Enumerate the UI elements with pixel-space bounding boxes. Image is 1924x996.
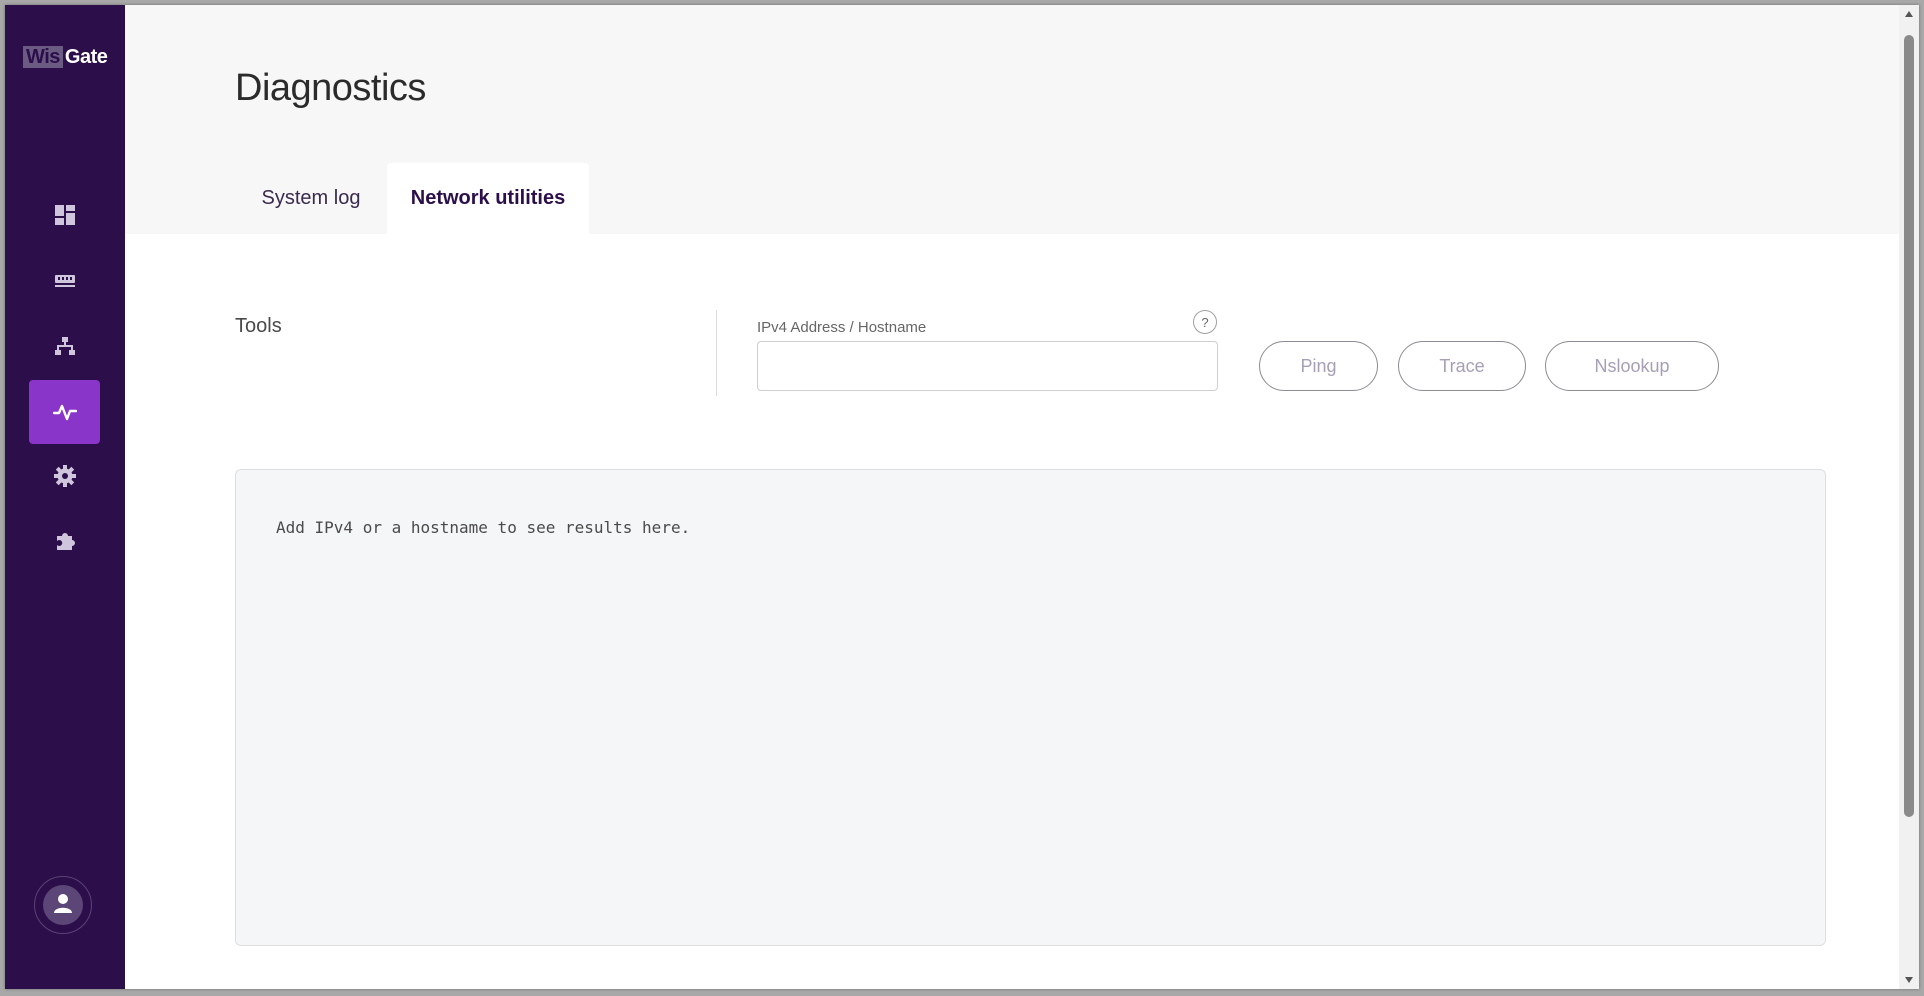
- results-placeholder-text: Add IPv4 or a hostname to see results he…: [276, 518, 691, 537]
- vertical-divider: [716, 310, 717, 396]
- wisgate-logo[interactable]: Wis Gate: [23, 45, 108, 69]
- logo-part-wis: Wis: [23, 46, 63, 68]
- router-icon: [54, 272, 76, 290]
- user-avatar-button[interactable]: [34, 876, 92, 934]
- tools-section-label: Tools: [235, 315, 282, 337]
- sidebar: Wis Gate: [5, 5, 125, 989]
- gear-icon: [53, 465, 76, 487]
- sidebar-item-devices[interactable]: [29, 249, 100, 313]
- sidebar-item-extensions[interactable]: [29, 509, 100, 573]
- main-content: Diagnostics System log Network utilities…: [125, 5, 1899, 989]
- results-panel: Add IPv4 or a hostname to see results he…: [235, 469, 1826, 946]
- tab-network-utilities[interactable]: Network utilities: [387, 163, 589, 234]
- activity-pulse-icon: [52, 402, 77, 422]
- scrollbar-thumb[interactable]: [1904, 35, 1914, 817]
- sidebar-item-diagnostics[interactable]: [29, 380, 100, 444]
- logo-part-gate: Gate: [64, 46, 108, 68]
- host-input-label: IPv4 Address / Hostname: [757, 319, 927, 336]
- scroll-down-arrow[interactable]: [1899, 971, 1919, 989]
- ping-button[interactable]: Ping: [1259, 341, 1378, 391]
- sidebar-item-network[interactable]: [29, 314, 100, 378]
- vertical-scrollbar[interactable]: [1899, 5, 1919, 989]
- sidebar-item-dashboard[interactable]: [29, 183, 100, 247]
- page-header: Diagnostics System log Network utilities: [125, 5, 1899, 234]
- page-title: Diagnostics: [235, 67, 426, 109]
- browser-window: Wis Gate Diagnostics System log Network …: [5, 5, 1919, 989]
- host-input[interactable]: [757, 341, 1218, 391]
- triangle-up-icon: [1904, 5, 1914, 23]
- help-icon[interactable]: ?: [1193, 310, 1217, 334]
- nslookup-button[interactable]: Nslookup: [1545, 341, 1719, 391]
- network-tree-icon: [54, 336, 76, 356]
- user-icon: [54, 893, 72, 918]
- triangle-down-icon: [1904, 971, 1914, 989]
- puzzle-icon: [54, 530, 76, 552]
- avatar: [43, 885, 83, 925]
- sidebar-item-settings[interactable]: [29, 444, 100, 508]
- dashboard-icon: [54, 204, 76, 226]
- tab-system-log[interactable]: System log: [235, 163, 387, 234]
- scroll-up-arrow[interactable]: [1899, 5, 1919, 23]
- trace-button[interactable]: Trace: [1398, 341, 1526, 391]
